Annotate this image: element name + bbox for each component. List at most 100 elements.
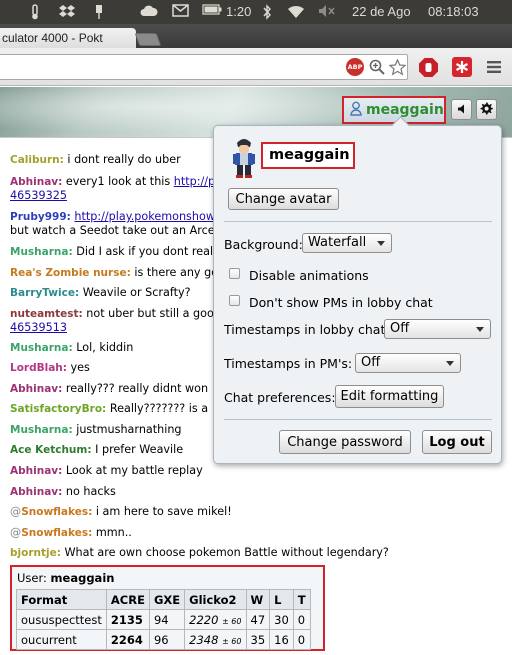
dropdown-arrow-icon — [446, 361, 454, 366]
table-row: oususpecttest 2135 94 2220 ± 60 47 30 0 — [16, 609, 311, 630]
column-header: ACRE — [105, 589, 150, 610]
edit-formatting-button[interactable]: Edit formatting — [335, 385, 444, 408]
log-out-button[interactable]: Log out — [422, 430, 492, 454]
chat-message: @Snowflakes: mmn.. — [10, 526, 132, 540]
background-select-value: Waterfall — [308, 235, 367, 250]
user-icon — [350, 101, 362, 119]
chat-message: SatisfactoryBro: Really??????? is a — [10, 402, 208, 416]
chat-username[interactable]: Musharna: — [10, 342, 73, 354]
chat-username[interactable]: Abhinav: — [10, 176, 62, 188]
chat-username[interactable]: Ace Ketchum: — [10, 444, 92, 456]
chat-message: Pruby999: http://play.pokemonshow — [10, 210, 215, 224]
clock-label[interactable]: 08:18:03 — [428, 4, 479, 20]
chat-text: I prefer Weavile — [95, 443, 184, 456]
no-pms-label: Don't show PMs in lobby chat — [249, 295, 433, 310]
chat-username[interactable]: Abhinav: — [10, 486, 62, 498]
timestamps-lobby-select[interactable]: Off — [384, 319, 491, 339]
chat-username[interactable]: Snowflakes: — [21, 527, 92, 539]
chat-preferences-label: Chat preferences: — [224, 390, 336, 405]
wins-cell: 35 — [245, 629, 271, 650]
volume-muted-icon[interactable] — [318, 4, 336, 20]
chat-message: Abhinav: every1 look at this http://po — [10, 175, 222, 189]
chat-message-continuation: 46539325 — [10, 189, 67, 203]
stats-user-name[interactable]: meaggain — [51, 571, 115, 585]
battery-icon[interactable] — [202, 4, 222, 20]
chat-username[interactable]: Musharna: — [10, 246, 73, 258]
bookmark-star-icon[interactable] — [388, 58, 406, 76]
chat-text: really??? really didnt won — [65, 382, 209, 395]
change-password-button[interactable]: Change password — [279, 430, 411, 454]
chat-at-symbol: @ — [10, 526, 22, 539]
chat-username[interactable]: Pruby999: — [10, 211, 71, 223]
chat-link[interactable]: http://play.pokemonshow — [74, 210, 215, 223]
table-row: oucurrent 2264 96 2348 ± 60 35 16 0 — [16, 629, 311, 650]
cloud-icon[interactable] — [140, 4, 158, 20]
glicko-cell: 2220 ± 60 — [184, 609, 247, 630]
settings-button[interactable] — [476, 99, 497, 120]
chat-message: Caliburn: i dont really do uber — [10, 153, 181, 167]
trainer-avatar[interactable] — [231, 135, 257, 182]
menu-icon[interactable] — [486, 60, 502, 74]
column-header: Glicko2 — [184, 589, 247, 610]
chat-text: is there any go — [134, 266, 219, 279]
dropbox-icon[interactable] — [58, 4, 76, 20]
chat-link[interactable]: 46539325 — [10, 189, 67, 202]
divider — [224, 221, 492, 222]
chat-username[interactable]: Musharna: — [10, 424, 73, 436]
chat-text: Did I ask if you dont really — [76, 245, 223, 258]
background-select[interactable]: Waterfall — [302, 233, 392, 253]
gxe-cell: 94 — [148, 609, 186, 630]
pin-icon[interactable] — [94, 4, 104, 20]
zoom-icon[interactable] — [368, 58, 386, 76]
change-avatar-button[interactable]: Change avatar — [228, 188, 339, 210]
column-header: Format — [16, 589, 107, 610]
chat-username[interactable]: Caliburn: — [10, 154, 64, 166]
dropdown-arrow-icon — [476, 327, 484, 332]
stop-extension-icon[interactable] — [418, 57, 439, 78]
os-top-panel: 1:20 22 de Ago 08:18:03 — [0, 0, 512, 24]
chat-text: not uber but still a good — [86, 307, 221, 320]
chat-username[interactable]: BarryTwice: — [10, 287, 79, 299]
chat-username[interactable]: Snowflakes: — [21, 506, 92, 518]
disable-animations-checkbox[interactable] — [229, 268, 240, 279]
ties-cell: 0 — [292, 629, 311, 650]
browser-tab[interactable]: culator 4000 - Pokt — [0, 28, 136, 48]
adblock-icon[interactable]: ABP — [346, 58, 364, 76]
user-menu-button[interactable]: meaggain — [342, 96, 446, 124]
acre-cell: 2135 — [105, 609, 150, 630]
timestamps-pm-value: Off — [361, 355, 381, 370]
chat-link[interactable]: 46539513 — [10, 321, 67, 334]
lastpass-extension-icon[interactable] — [452, 57, 472, 77]
user-stats-panel: User: meaggain Format ACRE GXE Glicko2 W… — [10, 565, 325, 651]
chat-message: Musharna: Did I ask if you dont really — [10, 245, 223, 259]
new-tab-button[interactable] — [134, 33, 162, 46]
popup-username: meaggain — [261, 142, 355, 169]
chat-username[interactable]: SatisfactoryBro: — [10, 403, 106, 415]
chat-message: Musharna: Lol, kiddin — [10, 341, 133, 355]
mail-icon[interactable] — [172, 4, 189, 20]
chat-username[interactable]: bjorntje: — [10, 547, 61, 559]
chat-text: yes — [70, 361, 90, 374]
chat-message: BarryTwice: Weavile or Scrafty? — [10, 286, 191, 300]
column-header: GXE — [148, 589, 186, 610]
chat-text: mmn.. — [95, 526, 132, 539]
glicko-deviation: ± 60 — [222, 616, 242, 626]
sound-button[interactable] — [451, 99, 472, 120]
chat-username[interactable]: Abhinav: — [10, 383, 62, 395]
chat-username[interactable]: Rea's Zombie nurse: — [10, 267, 131, 279]
thermometer-icon[interactable] — [30, 4, 40, 20]
timestamps-pm-select[interactable]: Off — [355, 353, 461, 373]
address-bar[interactable]: ABP — [0, 54, 408, 80]
divider — [224, 419, 492, 420]
chat-username[interactable]: LordBlah: — [10, 362, 67, 374]
no-pms-checkbox[interactable] — [229, 295, 240, 306]
date-label[interactable]: 22 de Ago — [352, 4, 411, 20]
chat-message: @Snowflakes: i am here to save mikel! — [10, 505, 232, 519]
chat-message-continuation: 46539513 — [10, 321, 67, 335]
wifi-icon[interactable] — [286, 4, 306, 20]
bluetooth-icon[interactable] — [262, 4, 272, 20]
chat-username[interactable]: nuteamtest: — [10, 308, 83, 320]
chat-text: Really??????? is a — [109, 402, 209, 415]
chat-username[interactable]: Abhinav: — [10, 465, 62, 477]
glicko-cell: 2348 ± 60 — [184, 629, 247, 650]
